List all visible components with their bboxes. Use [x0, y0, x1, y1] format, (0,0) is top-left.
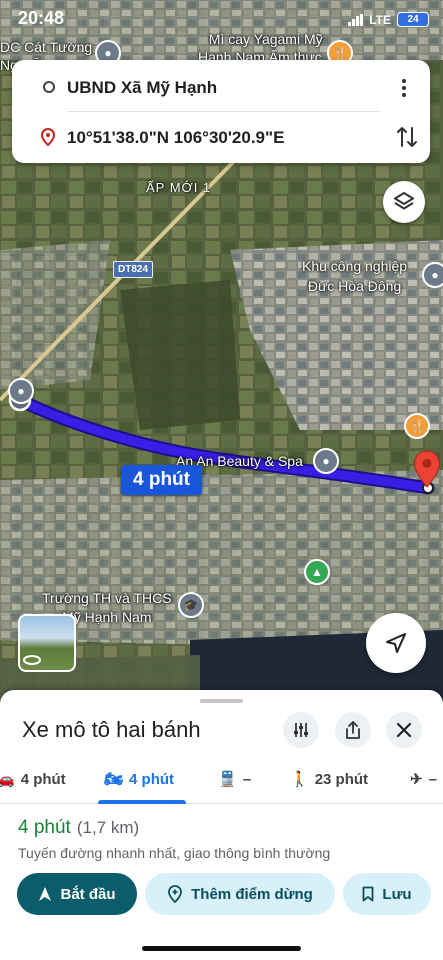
tab-walk[interactable]: 🚶 23 phút — [290, 770, 369, 789]
navigation-arrow-icon — [386, 633, 406, 653]
tab-motorbike[interactable]: 🏍 4 phút — [104, 770, 175, 789]
status-time: 20:48 — [18, 8, 65, 28]
route-options-button[interactable] — [283, 712, 319, 748]
layers-icon — [394, 192, 414, 210]
navigation-icon — [39, 887, 52, 901]
restaurant-pin-icon[interactable]: 🍴 — [404, 413, 430, 439]
swap-route-icon[interactable] — [396, 124, 418, 150]
motorbike-icon: 🏍 — [104, 771, 124, 788]
status-indicators: LTE 24 — [348, 12, 429, 27]
signal-icon — [348, 13, 364, 26]
eta-time: 4 phút — [18, 817, 71, 838]
active-tab-indicator — [98, 800, 186, 804]
sliders-icon — [294, 723, 308, 737]
share-icon — [346, 721, 360, 739]
battery-icon: 24 — [397, 12, 429, 27]
add-location-icon — [168, 885, 183, 903]
sheet-grabber[interactable] — [200, 699, 243, 703]
map-view[interactable]: 20:48 LTE 24 DC Cát Tường Nguyễn... ● Mì… — [0, 0, 443, 720]
share-button[interactable] — [335, 712, 371, 748]
add-stop-button[interactable]: Thêm điểm dừng — [145, 873, 335, 915]
save-button[interactable]: Lưu — [343, 873, 431, 915]
tab-label: 23 phút — [314, 770, 369, 788]
school-pin-icon[interactable]: 🎓 — [178, 592, 204, 618]
destination-icon — [41, 128, 55, 146]
start-button-label: Bắt đầu — [60, 885, 116, 903]
add-stop-label: Thêm điểm dừng — [191, 885, 313, 903]
road-number-badge: DT824 — [113, 261, 154, 278]
route-distance: (1,7 km) — [76, 818, 140, 837]
home-indicator — [142, 946, 301, 951]
travel-mode-title: Xe mô tô hai bánh — [22, 717, 201, 742]
destination-field[interactable]: 10°51'38.0"N 106°30'20.9"E — [67, 128, 284, 148]
park-pin-icon[interactable]: ▲ — [304, 559, 330, 585]
close-icon — [396, 722, 412, 738]
bookmark-icon — [363, 886, 374, 902]
car-icon: 🚗 — [0, 771, 15, 788]
directions-sheet: Xe mô tô hai bánh 🚗 4 phút 🏍 4 phút 🚆 – — [0, 690, 443, 960]
tab-label: – — [428, 770, 437, 788]
more-options-icon[interactable] — [392, 76, 416, 100]
tab-label: 4 phút — [129, 770, 175, 788]
spa-pin-icon[interactable]: ● — [313, 448, 339, 474]
battery-level: 24 — [407, 14, 419, 25]
tab-transit[interactable]: 🚆 – — [218, 770, 252, 789]
card-divider — [67, 111, 380, 112]
layers-button[interactable] — [383, 181, 425, 223]
network-type: LTE — [369, 12, 391, 27]
start-button[interactable]: Bắt đầu — [17, 873, 137, 915]
origin-pin-icon[interactable]: ● — [8, 378, 34, 404]
tab-label: – — [242, 770, 252, 788]
map-label-hamlet: ẤP MỚI 1 — [146, 180, 212, 195]
map-label-industrial-zone[interactable]: Khu công nghiệp Đức Hòa Đông — [302, 256, 407, 296]
route-summary[interactable]: 4 phút (1,7 km) — [18, 817, 139, 839]
tab-label: 4 phút — [20, 770, 66, 788]
close-button[interactable] — [386, 712, 422, 748]
save-label: Lưu — [382, 885, 412, 903]
transit-icon: 🚆 — [218, 771, 237, 788]
tab-flight[interactable]: ✈ – — [410, 770, 437, 789]
route-time-badge[interactable]: 4 phút — [121, 465, 202, 495]
rotate-360-icon — [23, 655, 41, 665]
route-card: UBND Xã Mỹ Hạnh 10°51'38.0"N 106°30'20.9… — [12, 60, 430, 163]
tab-car[interactable]: 🚗 4 phút — [0, 770, 66, 789]
destination-pin-icon[interactable] — [413, 450, 441, 488]
flight-icon: ✈ — [410, 771, 423, 788]
origin-icon — [43, 81, 55, 93]
travel-mode-tabs: 🚗 4 phút 🏍 4 phút 🚆 – 🚶 23 phút ✈ – — [0, 760, 443, 804]
industrial-pin-icon[interactable]: ● — [422, 262, 443, 288]
origin-field[interactable]: UBND Xã Mỹ Hạnh — [67, 78, 217, 98]
route-description: Tuyến đường nhanh nhất, giao thông bình … — [18, 845, 331, 861]
walk-icon: 🚶 — [290, 771, 309, 788]
my-location-button[interactable] — [366, 613, 426, 673]
